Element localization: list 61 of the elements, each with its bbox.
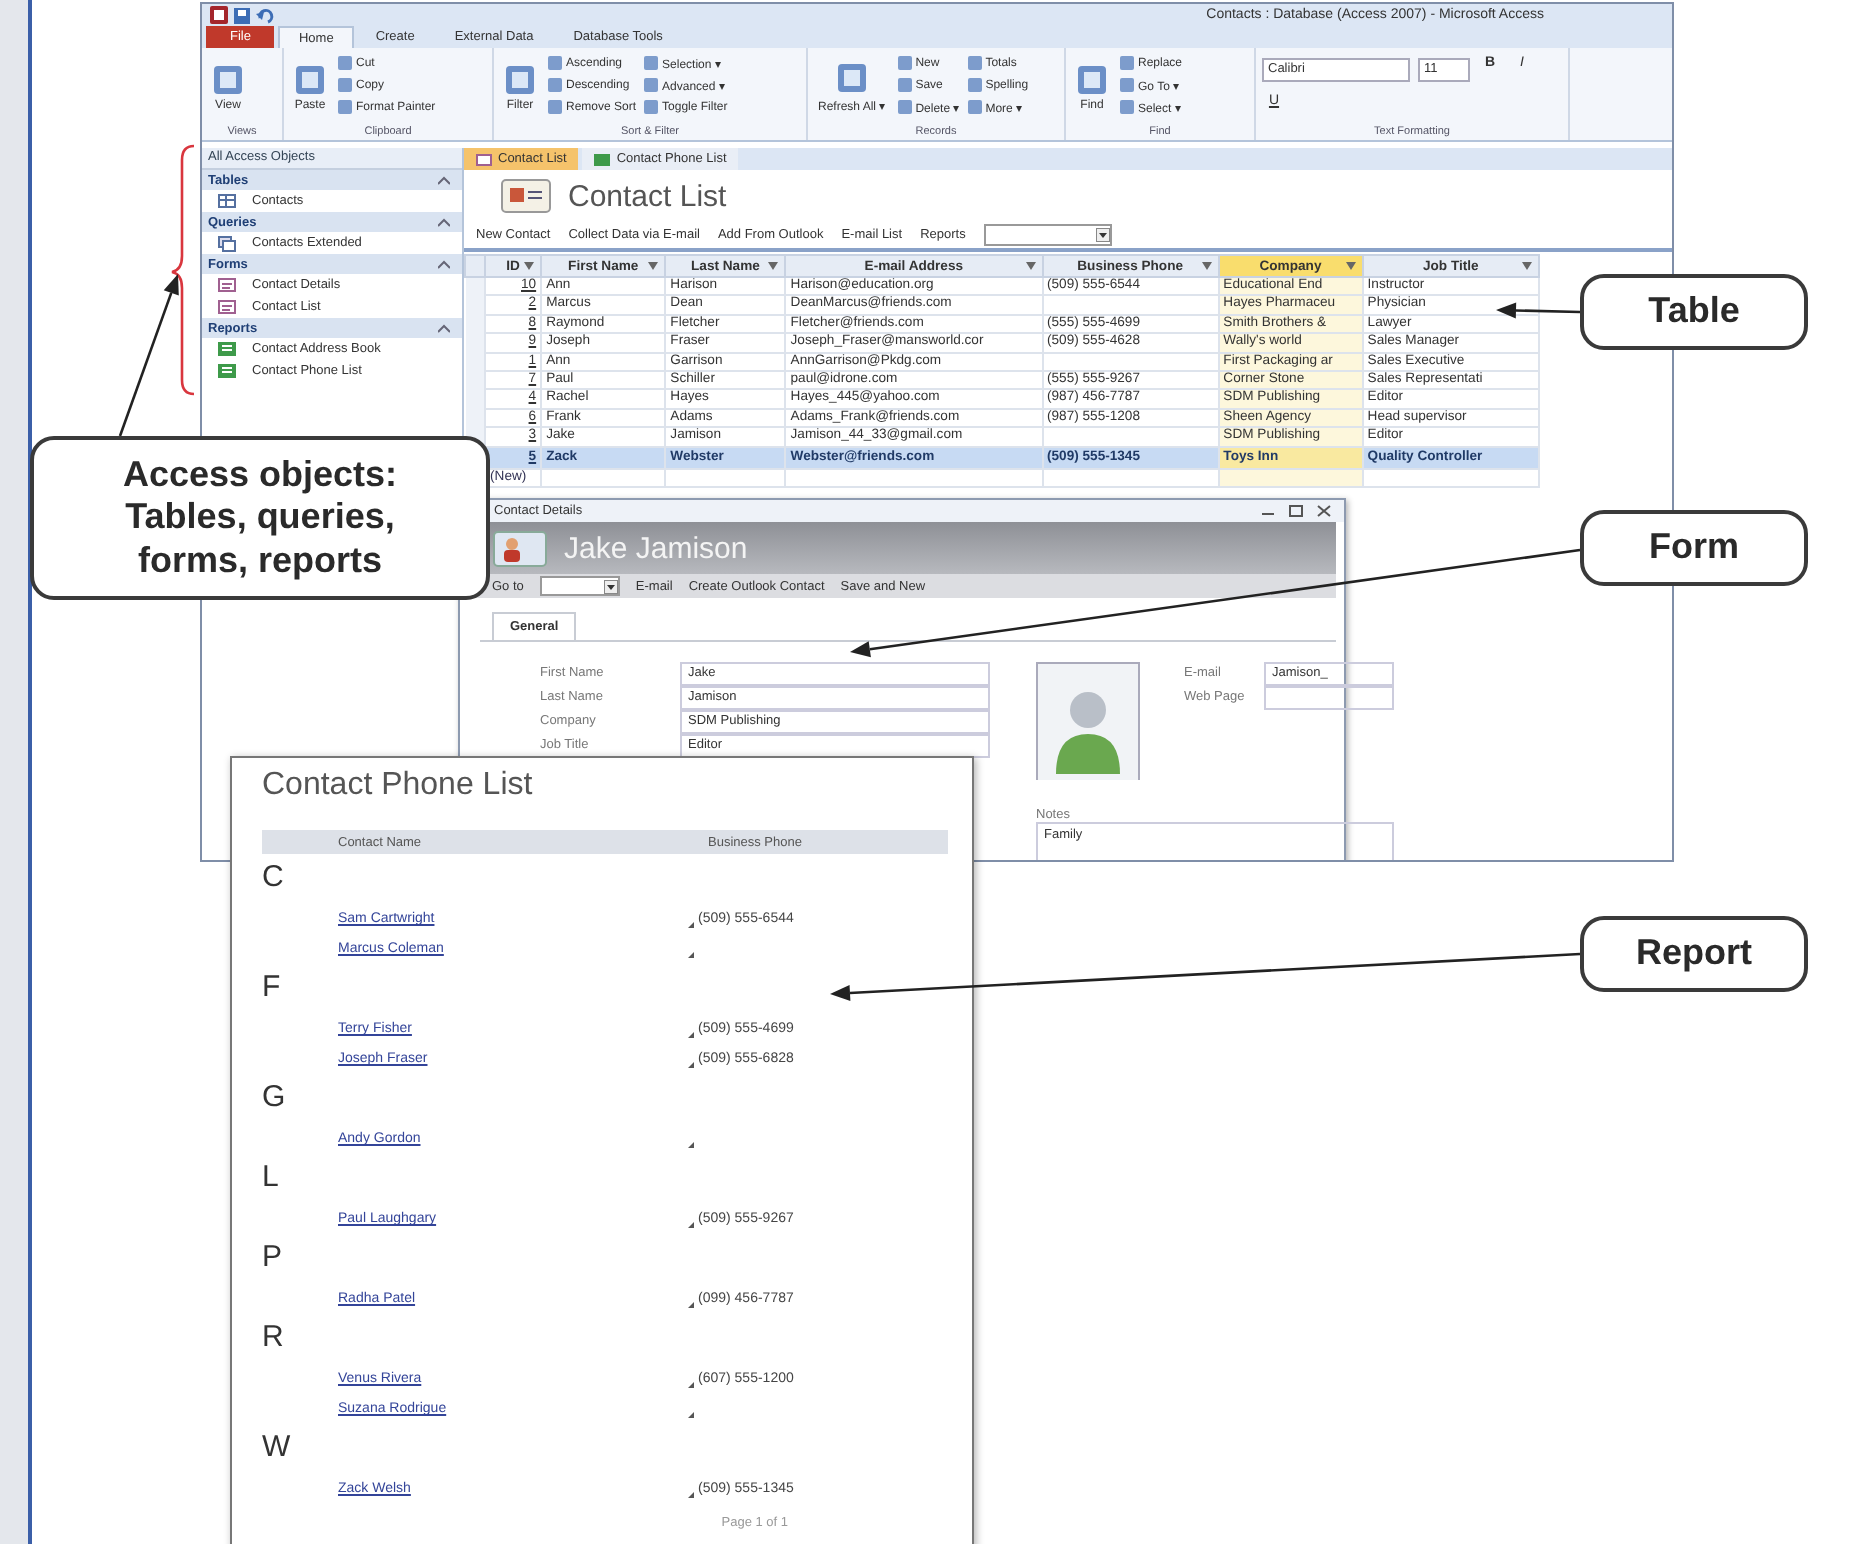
dropdown-arrow-icon[interactable]	[1025, 262, 1036, 270]
corner-mark-icon	[688, 1031, 694, 1037]
dropdown-arrow-icon	[1095, 228, 1110, 242]
report-icon	[218, 364, 236, 378]
callout-label: Table	[1580, 274, 1808, 350]
group-letter: R	[262, 1318, 286, 1358]
group-letter: L	[262, 1158, 281, 1198]
chevron-icon[interactable]	[438, 323, 450, 333]
maximize-icon[interactable]	[1284, 504, 1308, 518]
contact-photo	[1036, 662, 1140, 780]
corner-mark-icon	[688, 1221, 694, 1227]
save-icon[interactable]	[234, 7, 250, 23]
go-to-dropdown[interactable]	[539, 576, 620, 596]
group-letter: W	[262, 1428, 293, 1468]
input-field[interactable]	[1264, 685, 1394, 709]
group-letter: G	[262, 1078, 288, 1118]
corner-mark-icon	[688, 1381, 694, 1387]
group-letter: F	[262, 968, 283, 1008]
arrow	[1496, 302, 1581, 319]
query-icon	[218, 235, 236, 251]
corner-mark-icon	[688, 1301, 694, 1307]
corner-mark-icon	[688, 1141, 694, 1147]
group-letter: P	[262, 1238, 285, 1278]
form-icon	[218, 300, 236, 314]
person-card-icon	[492, 526, 552, 570]
report-icon	[218, 342, 236, 356]
list-title: Contact List	[568, 179, 727, 213]
report-title: Contact Phone List	[262, 766, 535, 806]
dropdown-arrow-icon[interactable]	[524, 262, 535, 270]
dropdown-arrow-icon[interactable]	[1345, 262, 1356, 270]
callout-label: Report	[1580, 916, 1808, 992]
dropdown-arrow-icon[interactable]	[648, 262, 659, 270]
corner-mark-icon	[688, 1411, 694, 1417]
corner-mark-icon	[688, 921, 694, 927]
chevron-icon[interactable]	[438, 259, 450, 269]
dropdown-arrow-icon[interactable]	[1201, 262, 1212, 270]
form-heading: Jake Jamison	[564, 531, 748, 565]
tool-icon	[835, 62, 868, 94]
group-letter: C	[262, 858, 286, 898]
callout-label: Form	[1580, 510, 1808, 586]
callout-label: Access objects: Tables, queries, forms, reports	[30, 436, 490, 600]
form-icon	[218, 278, 236, 292]
chevron-icon[interactable]	[438, 217, 450, 227]
close-icon[interactable]	[1312, 504, 1336, 518]
tool-icon	[1076, 64, 1108, 96]
form-icon	[476, 153, 492, 165]
dropdown-arrow-icon[interactable]	[1522, 262, 1532, 270]
address-card-icon	[500, 176, 552, 216]
tool-icon	[504, 64, 536, 96]
table-icon	[218, 194, 236, 208]
undo-icon[interactable]	[256, 7, 274, 23]
dropdown-arrow-icon	[603, 579, 618, 593]
report-dropdown[interactable]	[983, 224, 1112, 246]
report-icon	[594, 153, 611, 165]
dropdown-arrow-icon[interactable]	[768, 262, 779, 270]
chevron-icon[interactable]	[438, 175, 450, 185]
tool-icon	[294, 64, 326, 96]
corner-mark-icon	[688, 1061, 694, 1067]
corner-mark-icon	[688, 1491, 694, 1497]
tool-icon	[212, 64, 244, 96]
corner-mark-icon	[688, 951, 694, 957]
